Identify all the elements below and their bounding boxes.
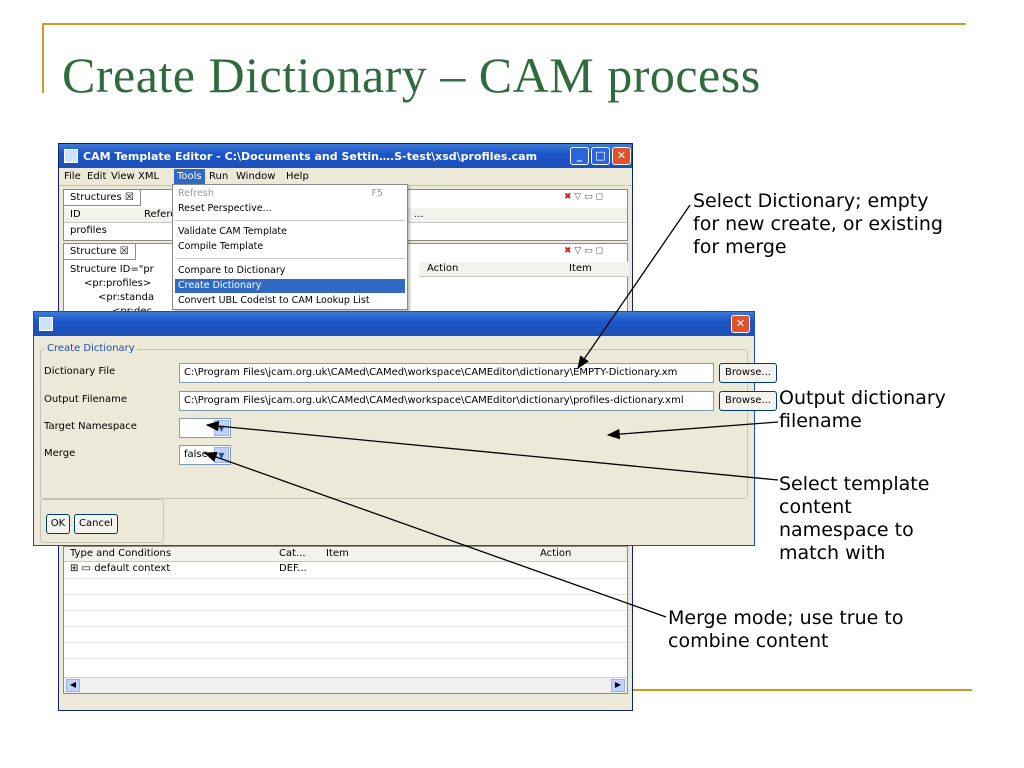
menu-item-refresh[interactable]: Refresh F5 [175,187,405,201]
context-panel: Type and Conditions Cat... Item Action ⊞… [63,546,628,694]
tab-structures[interactable]: Structures ☒ [64,190,141,206]
tree-item-profiles[interactable]: <pr:profiles> [84,278,151,289]
context-cat: DEF... [279,563,307,574]
menu-xml[interactable]: XML [135,171,162,182]
decor-line-top [42,23,966,25]
folder-icon: ⊞ ▭ [70,563,95,574]
app-icon [64,149,78,163]
structure-header: Action Item [419,262,629,277]
app-icon [39,317,53,331]
horizontal-scrollbar[interactable]: ◀ ▶ [64,677,627,693]
close-icon[interactable]: ✕ [731,315,750,333]
browse-output-button[interactable]: Browse... [719,391,777,411]
annotation-line: match with [779,542,886,564]
column-header-more: ... [414,209,424,220]
window-titlebar[interactable]: CAM Template Editor - C:\Documents and S… [59,144,632,168]
panel-controls[interactable]: ✖ ▽ ▭ ◻ [564,192,603,202]
annotation-merge: Merge mode; use true to combine content [668,607,903,653]
annotation-line: filename [779,410,862,432]
menu-tools[interactable]: Tools [174,169,205,185]
row-divider [64,610,627,611]
browse-dictionary-button[interactable]: Browse... [719,363,777,383]
cancel-button[interactable]: Cancel [74,514,118,534]
menu-help[interactable]: Help [283,171,312,182]
menu-item-compile-template[interactable]: Compile Template [175,240,405,254]
row-divider [64,594,627,595]
column-header-type: Type and Conditions [70,548,172,559]
merge-value: false [184,449,208,460]
annotation-line: Merge mode; use true to [668,607,904,629]
tree-item-structure[interactable]: Structure ID="pr [70,264,154,275]
annotation-line: combine content [668,630,829,652]
create-dictionary-dialog: ✕ Create Dictionary Dictionary File C:\P… [33,311,777,546]
annotation-line: for merge [693,236,787,258]
annotation-select-dictionary: Select Dictionary; empty for new create,… [693,190,943,259]
menu-separator [175,220,405,221]
row-divider [64,642,627,643]
tree-item-standard[interactable]: <pr:standa [98,292,154,303]
output-filename-label: Output Filename [44,394,128,405]
annotation-output-filename: Output dictionary filename [779,387,946,433]
menu-item-label: Refresh [178,188,214,199]
menu-item-validate-template[interactable]: Validate CAM Template [175,225,405,239]
panel-controls[interactable]: ✖ ▽ ▭ ◻ [564,246,603,256]
tab-structure[interactable]: Structure ☒ [64,244,136,260]
row-divider [64,578,627,579]
target-namespace-select[interactable]: ▼ [179,418,231,438]
close-icon[interactable]: ✖ [564,246,572,256]
maximize-icon[interactable]: □ [591,147,610,165]
context-type: default context [94,563,171,574]
merge-select[interactable]: false ▼ [179,445,231,465]
decor-line-left [42,23,44,93]
dictionary-file-label: Dictionary File [44,366,116,377]
column-header-cat: Cat... [279,548,306,559]
column-header-action: Action [427,263,459,274]
dialog-titlebar[interactable]: ✕ [34,312,754,336]
menu-item-compare-dictionary[interactable]: Compare to Dictionary [175,264,405,278]
menu-view[interactable]: View [108,171,138,182]
ok-button[interactable]: OK [46,514,70,534]
annotation-line: content [779,496,852,518]
minimize-icon[interactable]: _ [570,147,589,165]
close-icon[interactable]: ✕ [612,147,631,165]
scroll-left-icon[interactable]: ◀ [66,679,80,692]
group-label: Create Dictionary [45,343,137,354]
slide-title: Create Dictionary – CAM process [62,47,761,103]
window-title: CAM Template Editor - C:\Documents and S… [83,150,538,163]
menu-item-reset-perspective[interactable]: Reset Perspective... [175,202,405,216]
chevron-down-icon[interactable]: ▼ [214,447,229,463]
row-divider [64,658,627,659]
tools-menu: Refresh F5 Reset Perspective... Validate… [172,184,408,310]
menu-file[interactable]: File [61,171,84,182]
annotation-line: Output dictionary [779,387,946,409]
scroll-right-icon[interactable]: ▶ [611,679,625,692]
merge-label: Merge [44,448,76,459]
dictionary-file-input[interactable]: C:\Program Files\jcam.org.uk\CAMed\CAMed… [179,363,714,383]
column-header-item: Item [569,263,592,274]
column-header-id: ID [70,209,81,220]
context-header: Type and Conditions Cat... Item Action [64,547,627,562]
annotation-line: Select template [779,473,930,495]
table-row[interactable]: profiles [70,225,107,236]
column-header-item: Item [326,548,349,559]
row-divider [64,626,627,627]
menu-edit[interactable]: Edit [84,171,109,182]
close-icon[interactable]: ✖ [564,192,572,202]
annotation-line: for new create, or existing [693,213,943,235]
annotation-namespace: Select template content namespace to mat… [779,473,929,565]
menu-item-shortcut: F5 [371,188,383,199]
column-header-action: Action [540,548,572,559]
menu-separator [175,258,405,259]
menu-window[interactable]: Window [233,171,278,182]
annotation-line: Select Dictionary; empty [693,190,929,212]
menu-item-convert-ubl[interactable]: Convert UBL Codelst to CAM Lookup List [175,294,405,308]
chevron-down-icon[interactable]: ▼ [214,420,229,436]
menu-item-create-dictionary[interactable]: Create Dictionary [175,279,405,293]
menu-run[interactable]: Run [206,171,231,182]
target-namespace-label: Target Namespace [44,421,137,432]
output-filename-input[interactable]: C:\Program Files\jcam.org.uk\CAMed\CAMed… [179,391,714,411]
annotation-line: namespace to [779,519,914,541]
table-row[interactable]: ⊞ ▭ default context [70,563,170,574]
